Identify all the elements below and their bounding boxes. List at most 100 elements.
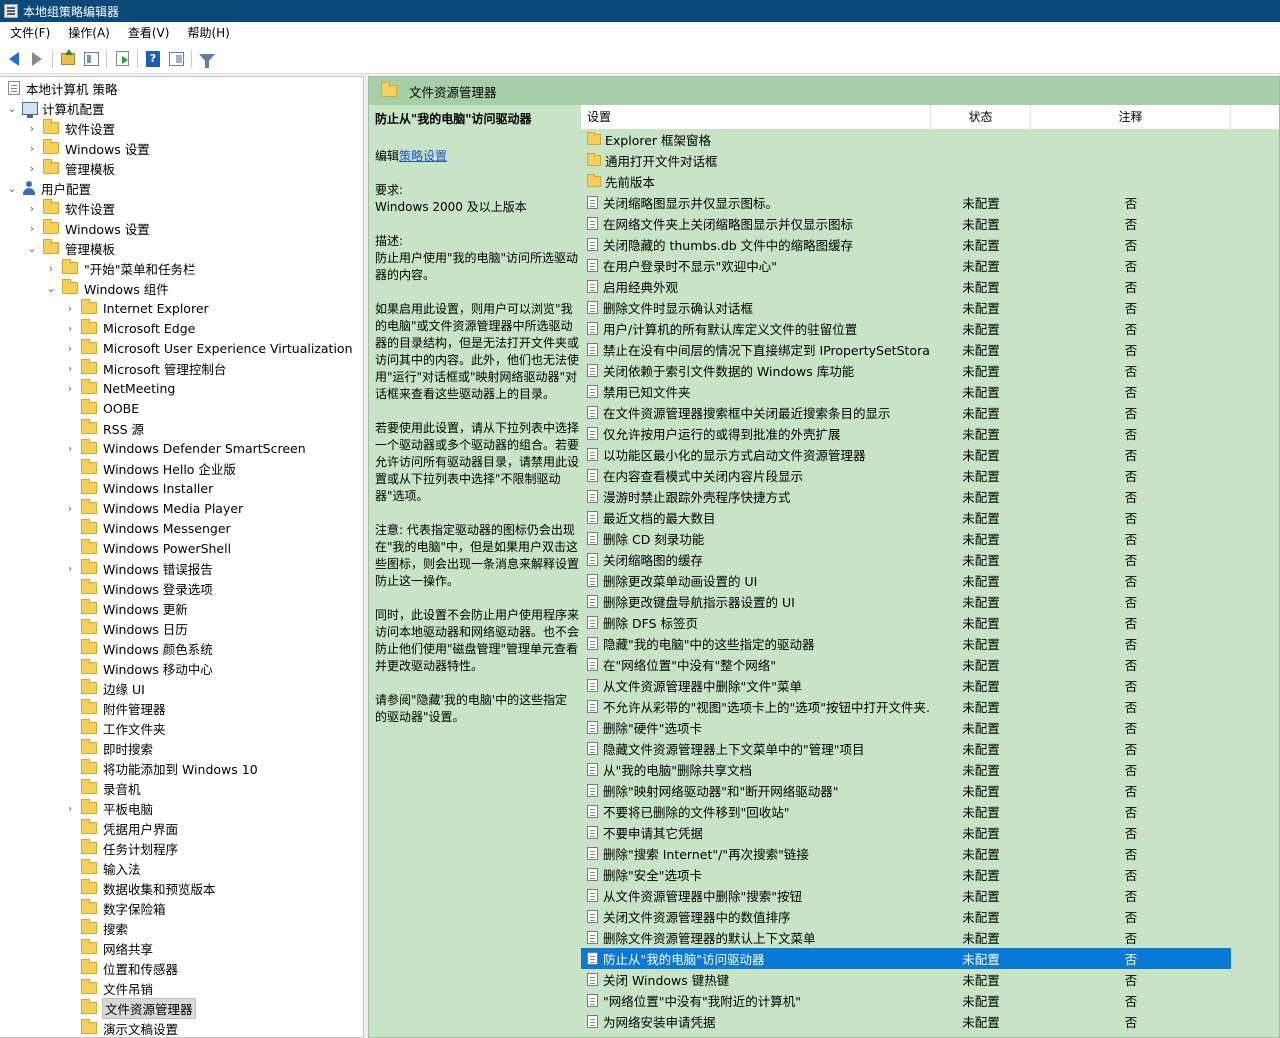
tree-item[interactable]: › Windows 错误报告: [64, 558, 213, 578]
show-tree-icon[interactable]: [81, 49, 101, 69]
tree-item[interactable]: › Windows Defender SmartScreen: [64, 438, 306, 458]
menu-action[interactable]: 操作(A): [58, 22, 118, 44]
setting-row[interactable]: 关闭隐藏的 thumbs.db 文件中的缩略图缓存 未配置 否: [581, 234, 1279, 255]
setting-row[interactable]: 删除更改键盘导航指示器设置的 UI 未配置 否: [581, 591, 1279, 612]
setting-row[interactable]: 在内容查看模式中关闭内容片段显示 未配置 否: [581, 465, 1279, 486]
chevron-right-icon[interactable]: ›: [64, 298, 76, 318]
setting-row[interactable]: 用户/计算机的所有默认库定义文件的驻留位置 未配置 否: [581, 318, 1279, 339]
tree-item[interactable]: OOBE: [64, 398, 139, 418]
setting-row[interactable]: 以功能区最小化的显示方式启动文件资源管理器 未配置 否: [581, 444, 1279, 465]
tree-item[interactable]: Windows Messenger: [64, 518, 231, 538]
tree-item[interactable]: › Internet Explorer: [64, 298, 209, 318]
tree-item[interactable]: › "开始"菜单和任务栏: [45, 258, 196, 278]
chevron-down-icon[interactable]: ⌄: [26, 238, 38, 258]
setting-row[interactable]: 关闭依赖于索引文件数据的 Windows 库功能 未配置 否: [581, 360, 1279, 381]
setting-row[interactable]: 从文件资源管理器中删除"搜索"按钮 未配置 否: [581, 885, 1279, 906]
tree-item[interactable]: › 平板电脑: [64, 798, 153, 818]
export-icon[interactable]: [112, 49, 132, 69]
setting-row[interactable]: 启用经典外观 未配置 否: [581, 276, 1279, 297]
tree-item[interactable]: 任务计划程序: [64, 838, 178, 858]
edit-policy-link[interactable]: 策略设置: [399, 149, 447, 163]
setting-row[interactable]: 漫游时禁止跟踪外壳程序快捷方式 未配置 否: [581, 486, 1279, 507]
tree-item[interactable]: 录音机: [64, 778, 141, 798]
folder-row[interactable]: 通用打开文件对话框: [581, 150, 1279, 171]
setting-row[interactable]: 在用户登录时不显示"欢迎中心" 未配置 否: [581, 255, 1279, 276]
tree-item[interactable]: 文件吊销: [64, 978, 153, 998]
chevron-right-icon[interactable]: ›: [64, 338, 76, 358]
chevron-right-icon[interactable]: ›: [26, 198, 38, 218]
tree-item[interactable]: 附件管理器: [64, 698, 166, 718]
tree-item[interactable]: RSS 源: [64, 418, 144, 438]
setting-row[interactable]: 在"网络位置"中没有"整个网络" 未配置 否: [581, 654, 1279, 675]
menu-file[interactable]: 文件(F): [0, 22, 58, 44]
setting-row[interactable]: 不要将已删除的文件移到"回收站" 未配置 否: [581, 801, 1279, 822]
tree-item[interactable]: › 软件设置: [26, 118, 115, 138]
chevron-right-icon[interactable]: ›: [26, 118, 38, 138]
setting-row[interactable]: 删除"安全"选项卡 未配置 否: [581, 864, 1279, 885]
tree-item[interactable]: › Microsoft User Experience Virtualizatio…: [64, 338, 353, 358]
chevron-right-icon[interactable]: ›: [64, 358, 76, 378]
setting-row[interactable]: 关闭缩略图的缓存 未配置 否: [581, 549, 1279, 570]
tree-item[interactable]: 数字保险箱: [64, 898, 166, 918]
setting-row[interactable]: "网络位置"中没有"我附近的计算机" 未配置 否: [581, 990, 1279, 1011]
setting-row[interactable]: 删除"搜索 Internet"/"再次搜索"链接 未配置 否: [581, 843, 1279, 864]
chevron-right-icon[interactable]: ›: [45, 258, 57, 278]
filter-icon[interactable]: [197, 49, 217, 69]
tree-item[interactable]: 演示文稿设置: [64, 1018, 178, 1037]
tree-item[interactable]: 输入法: [64, 858, 141, 878]
tree-item[interactable]: › Windows 设置: [26, 138, 150, 158]
menu-help[interactable]: 帮助(H): [177, 22, 237, 44]
chevron-right-icon[interactable]: ›: [26, 218, 38, 238]
column-setting[interactable]: 设置: [581, 105, 931, 129]
setting-row[interactable]: 删除更改菜单动画设置的 UI 未配置 否: [581, 570, 1279, 591]
tree-item[interactable]: 数据收集和预览版本: [64, 878, 216, 898]
tree-item[interactable]: 网络共享: [64, 938, 153, 958]
setting-row[interactable]: 不允许从彩带的"视图"选项卡上的"选项"按钮中打开文件夹... 未配置 否: [581, 696, 1279, 717]
setting-row[interactable]: 仅允许按用户运行的或得到批准的外壳扩展 未配置 否: [581, 423, 1279, 444]
setting-row[interactable]: 删除"映射网络驱动器"和"断开网络驱动器" 未配置 否: [581, 780, 1279, 801]
tree-user-config[interactable]: ⌄ 用户配置: [6, 178, 91, 198]
setting-row[interactable]: 关闭缩略图显示并仅显示图标。 未配置 否: [581, 192, 1279, 213]
back-icon[interactable]: [4, 49, 24, 69]
setting-row[interactable]: 不要申请其它凭据 未配置 否: [581, 822, 1279, 843]
setting-row[interactable]: 隐藏"我的电脑"中的这些指定的驱动器 未配置 否: [581, 633, 1279, 654]
tree-item[interactable]: 边缘 UI: [64, 678, 145, 698]
tree-item[interactable]: › Microsoft 管理控制台: [64, 358, 226, 378]
tree-item[interactable]: › Microsoft Edge: [64, 318, 195, 338]
tree-item[interactable]: 将功能添加到 Windows 10: [64, 758, 258, 778]
folder-row[interactable]: 先前版本: [581, 171, 1279, 192]
tree-item[interactable]: 凭据用户界面: [64, 818, 178, 838]
menu-view[interactable]: 查看(V): [118, 22, 178, 44]
setting-row[interactable]: 禁用已知文件夹 未配置 否: [581, 381, 1279, 402]
tree-item[interactable]: › Windows 设置: [26, 218, 150, 238]
tree-item[interactable]: 工作文件夹: [64, 718, 166, 738]
setting-row[interactable]: 从"我的电脑"删除共享文档 未配置 否: [581, 759, 1279, 780]
chevron-right-icon[interactable]: ›: [26, 158, 38, 178]
setting-row[interactable]: 关闭 Windows 键热键 未配置 否: [581, 969, 1279, 990]
setting-row[interactable]: 隐藏文件资源管理器上下文菜单中的"管理"项目 未配置 否: [581, 738, 1279, 759]
chevron-right-icon[interactable]: ›: [64, 798, 76, 818]
forward-icon[interactable]: [27, 49, 47, 69]
chevron-right-icon[interactable]: ›: [64, 318, 76, 338]
tree-item[interactable]: ⌄ Windows 组件: [45, 278, 169, 298]
tree-item[interactable]: Windows 颜色系统: [64, 638, 213, 658]
chevron-right-icon[interactable]: ›: [64, 378, 76, 398]
chevron-right-icon[interactable]: ›: [26, 138, 38, 158]
chevron-right-icon[interactable]: ›: [64, 498, 76, 518]
tree-item[interactable]: Windows Installer: [64, 478, 213, 498]
tree-item[interactable]: 文件资源管理器: [64, 997, 196, 1019]
setting-row[interactable]: 删除 CD 刻录功能 未配置 否: [581, 528, 1279, 549]
tree-item[interactable]: Windows 日历: [64, 618, 188, 638]
tree-item[interactable]: Windows Hello 企业版: [64, 458, 236, 478]
tree-item[interactable]: › 管理模板: [26, 158, 115, 178]
tree-item[interactable]: Windows 登录选项: [64, 578, 213, 598]
setting-row[interactable]: 从文件资源管理器中删除"文件"菜单 未配置 否: [581, 675, 1279, 696]
tree-item[interactable]: Windows PowerShell: [64, 538, 231, 558]
setting-row[interactable]: 关闭文件资源管理器中的数值排序 未配置 否: [581, 906, 1279, 927]
setting-row[interactable]: 在网络文件夹上关闭缩略图显示并仅显示图标 未配置 否: [581, 213, 1279, 234]
chevron-down-icon[interactable]: ⌄: [6, 178, 18, 198]
setting-row[interactable]: 在文件资源管理器搜索框中关闭最近搜索条目的显示 未配置 否: [581, 402, 1279, 423]
tree-item[interactable]: 即时搜索: [64, 738, 153, 758]
tree-computer-config[interactable]: ⌄ 计算机配置: [6, 98, 105, 118]
tree-item[interactable]: 位置和传感器: [64, 958, 178, 978]
